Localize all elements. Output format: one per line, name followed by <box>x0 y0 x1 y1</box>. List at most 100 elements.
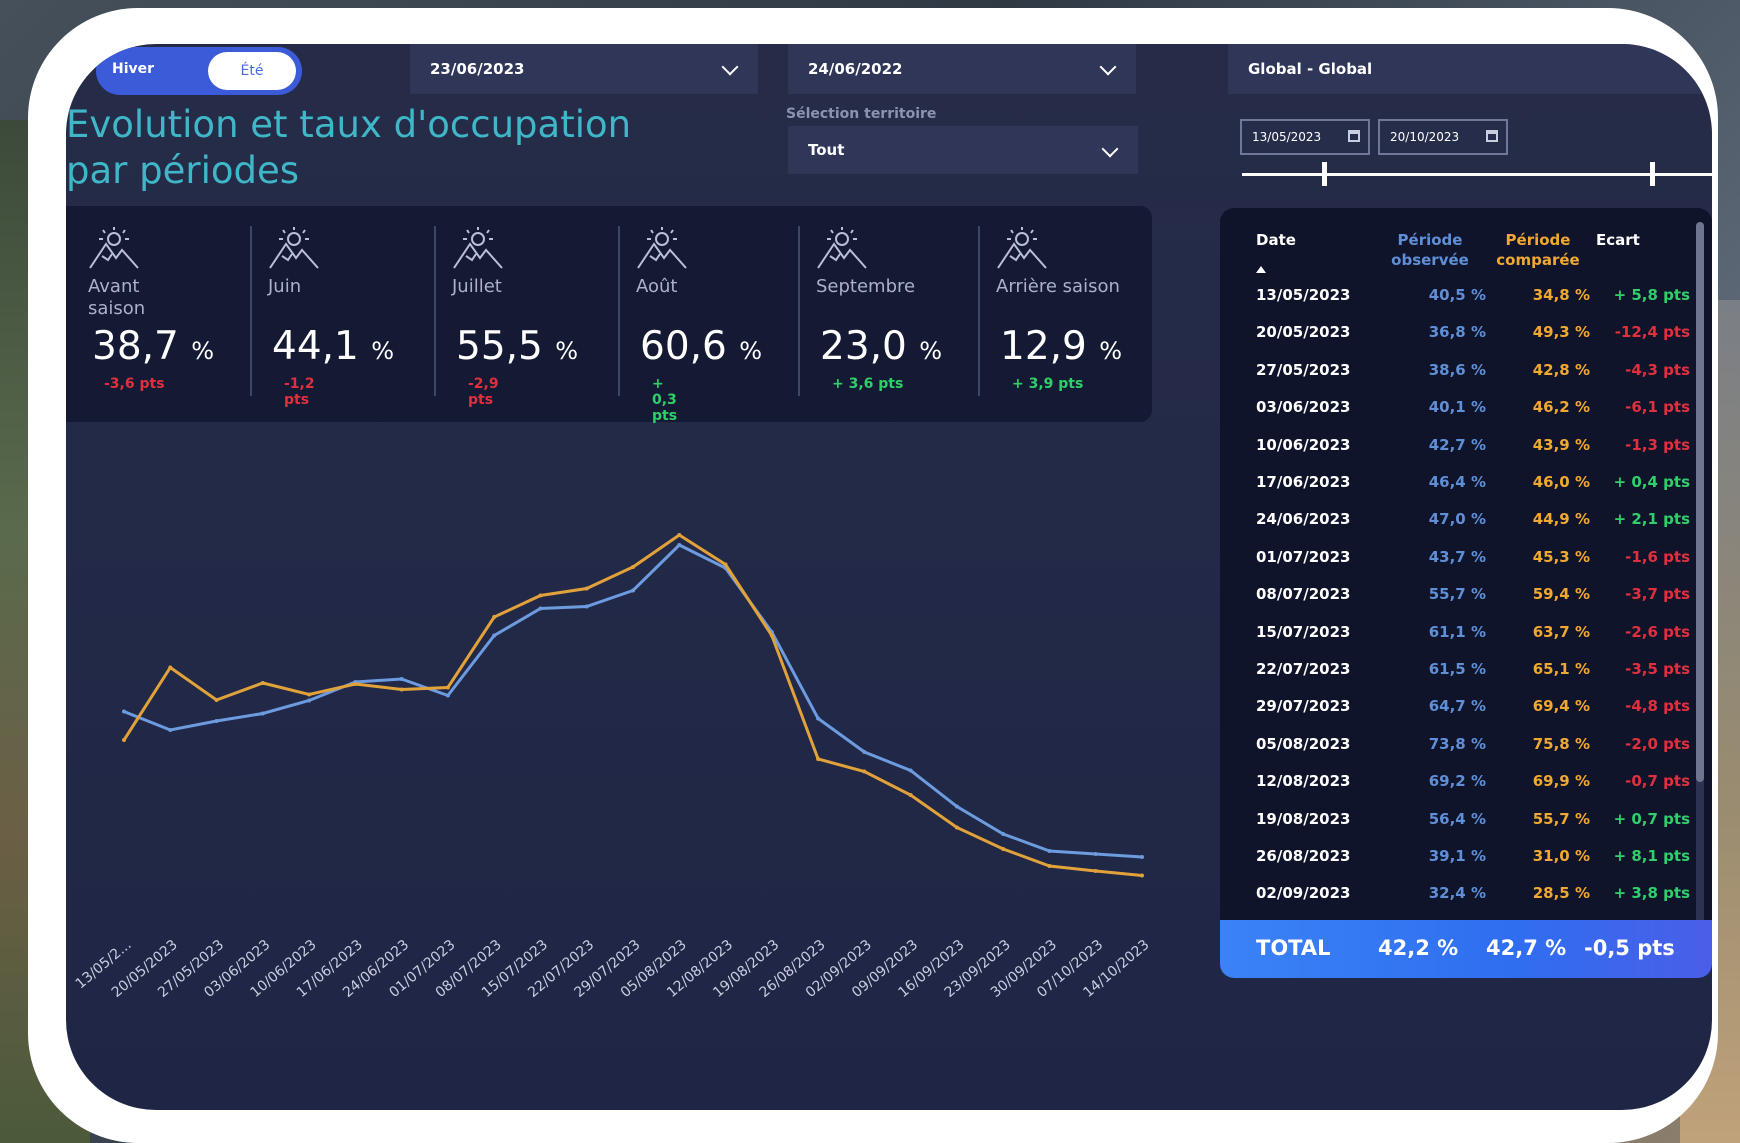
table-row[interactable]: 13/05/2023 40,5 % 34,8 % + 5,8 pts <box>1220 278 1690 312</box>
table-row[interactable]: 10/06/2023 42,7 % 43,9 % -1,3 pts <box>1220 428 1690 462</box>
row-compared: 63,7 % <box>1532 622 1590 641</box>
row-date: 08/07/2023 <box>1256 585 1351 604</box>
total-observed: 42,2 % <box>1378 936 1459 960</box>
row-observed: 38,6 % <box>1428 360 1486 379</box>
column-header-gap[interactable]: Ecart <box>1596 230 1640 250</box>
column-header-compared[interactable]: Période comparée <box>1488 230 1588 270</box>
data-point <box>631 565 635 569</box>
row-date: 12/08/2023 <box>1256 772 1351 791</box>
row-gap: -3,5 pts <box>1625 660 1690 678</box>
table-row[interactable]: 29/07/2023 64,7 % 69,4 % -4,8 pts <box>1220 689 1690 723</box>
chevron-down-icon <box>721 58 739 76</box>
data-point <box>862 750 867 754</box>
data-point <box>168 728 173 732</box>
global-filter[interactable]: Global - Global <box>1228 44 1712 94</box>
season-toggle[interactable]: Hiver Été <box>96 47 302 95</box>
slider-handle-start[interactable] <box>1322 162 1327 186</box>
data-point <box>1093 869 1098 873</box>
row-compared: 34,8 % <box>1532 286 1590 304</box>
calendar-icon[interactable] <box>1486 130 1498 142</box>
table-row[interactable]: 19/08/2023 56,4 % 55,7 % + 0,7 pts <box>1220 802 1690 836</box>
scrollbar-thumb[interactable] <box>1696 222 1704 782</box>
dashboard-screen: Hiver Été 23/06/2023 24/06/2022 Global -… <box>66 44 1712 1110</box>
kpi-delta: + 3,9 pts <box>1012 376 1084 392</box>
table-row[interactable]: 27/05/2023 38,6 % 42,8 % -4,3 pts <box>1220 353 1690 387</box>
table-row[interactable]: 24/06/2023 47,0 % 44,9 % + 2,1 pts <box>1220 502 1690 536</box>
calendar-icon[interactable] <box>1348 130 1360 142</box>
data-point <box>214 719 219 723</box>
row-date: 26/08/2023 <box>1256 847 1351 865</box>
table-row[interactable]: 02/09/2023 32,4 % 28,5 % + 3,8 pts <box>1220 876 1690 910</box>
kpi-delta: + 0,3 pts <box>652 376 678 424</box>
row-date: 15/07/2023 <box>1256 622 1351 641</box>
mountain-sun-icon <box>453 227 503 269</box>
data-point <box>1001 832 1006 836</box>
data-point <box>353 682 358 686</box>
territory-dropdown[interactable]: Tout <box>788 126 1138 174</box>
table-row[interactable]: 26/08/2023 39,1 % 31,0 % + 8,1 pts <box>1220 839 1690 873</box>
row-observed: 32,4 % <box>1428 884 1486 903</box>
table-row[interactable]: 03/06/2023 40,1 % 46,2 % -6,1 pts <box>1220 390 1690 424</box>
occupancy-table: Date Période observée Période comparée E… <box>1220 208 1712 978</box>
table-scrollbar[interactable] <box>1696 222 1704 952</box>
date-observed-dropdown[interactable]: 23/06/2023 <box>410 44 758 94</box>
data-point <box>954 804 959 809</box>
data-point <box>677 533 682 537</box>
data-point <box>538 606 543 611</box>
table-row[interactable]: 17/06/2023 46,4 % 46,0 % + 0,4 pts <box>1220 465 1690 499</box>
date-compared-dropdown[interactable]: 24/06/2022 <box>788 44 1136 94</box>
kpi-number: 55,5 <box>456 324 543 369</box>
data-point <box>954 825 959 830</box>
kpi-value: 38,7 % <box>92 324 214 369</box>
row-date: 17/06/2023 <box>1256 473 1351 491</box>
mountain-sun-icon <box>637 227 687 269</box>
data-point <box>307 692 312 697</box>
row-observed: 56,4 % <box>1428 809 1486 828</box>
table-row[interactable]: 15/07/2023 61,1 % 63,7 % -2,6 pts <box>1220 615 1690 649</box>
kpi-name: Septembre <box>816 276 916 297</box>
kpi-number: 60,6 <box>640 324 727 369</box>
row-compared: 43,9 % <box>1532 435 1590 454</box>
date-range-slider[interactable] <box>1242 173 1712 176</box>
table-row[interactable]: 01/07/2023 43,7 % 45,3 % -1,6 pts <box>1220 540 1690 574</box>
table-row[interactable]: 12/08/2023 69,2 % 69,9 % -0,7 pts <box>1220 764 1690 798</box>
column-header-observed[interactable]: Période observée <box>1380 230 1480 270</box>
row-gap: -2,6 pts <box>1625 622 1690 641</box>
range-start-input[interactable]: 13/05/2023 <box>1240 119 1370 155</box>
row-date: 02/09/2023 <box>1256 884 1351 903</box>
row-observed: 47,0 % <box>1428 510 1486 529</box>
row-observed: 39,1 % <box>1428 847 1486 865</box>
data-point <box>677 543 682 547</box>
kpi-number: 12,9 <box>1000 324 1087 369</box>
slider-handle-end[interactable] <box>1650 162 1655 186</box>
data-point <box>723 562 728 567</box>
mountain-sun-icon <box>997 227 1047 269</box>
kpi-name: Août <box>636 276 678 297</box>
row-compared: 28,5 % <box>1532 884 1590 903</box>
table-row[interactable]: 05/08/2023 73,8 % 75,8 % -2,0 pts <box>1220 727 1690 761</box>
toggle-option-hiver[interactable]: Hiver <box>112 61 154 77</box>
toggle-option-ete[interactable]: Été <box>208 52 296 90</box>
table-row[interactable]: 20/05/2023 36,8 % 49,3 % -12,4 pts <box>1220 315 1690 349</box>
data-point <box>168 665 173 670</box>
data-point <box>816 757 821 761</box>
row-observed: 36,8 % <box>1428 323 1486 342</box>
kpi-value: 55,5 % <box>456 324 578 369</box>
row-observed: 46,4 % <box>1428 473 1486 491</box>
kpi-name: Arrière saison <box>996 276 1120 297</box>
table-row[interactable]: 22/07/2023 61,5 % 65,1 % -3,5 pts <box>1220 652 1690 686</box>
kpi-unit: % <box>919 337 943 365</box>
range-end-input[interactable]: 20/10/2023 <box>1378 119 1508 155</box>
table-row[interactable]: 08/07/2023 55,7 % 59,4 % -3,7 pts <box>1220 577 1690 611</box>
row-date: 13/05/2023 <box>1256 286 1351 304</box>
data-point <box>816 716 821 721</box>
column-header-date[interactable]: Date <box>1256 230 1296 250</box>
sort-ascending-icon[interactable] <box>1256 266 1266 273</box>
total-row: TOTAL 42,2 % 42,7 % -0,5 pts <box>1220 920 1712 978</box>
row-date: 19/08/2023 <box>1256 809 1351 828</box>
row-gap: -1,3 pts <box>1625 435 1690 454</box>
data-point <box>122 738 126 742</box>
kpi-delta: -1,2 pts <box>284 376 315 408</box>
row-compared: 46,2 % <box>1532 398 1590 417</box>
date-observed-value: 23/06/2023 <box>430 60 525 78</box>
